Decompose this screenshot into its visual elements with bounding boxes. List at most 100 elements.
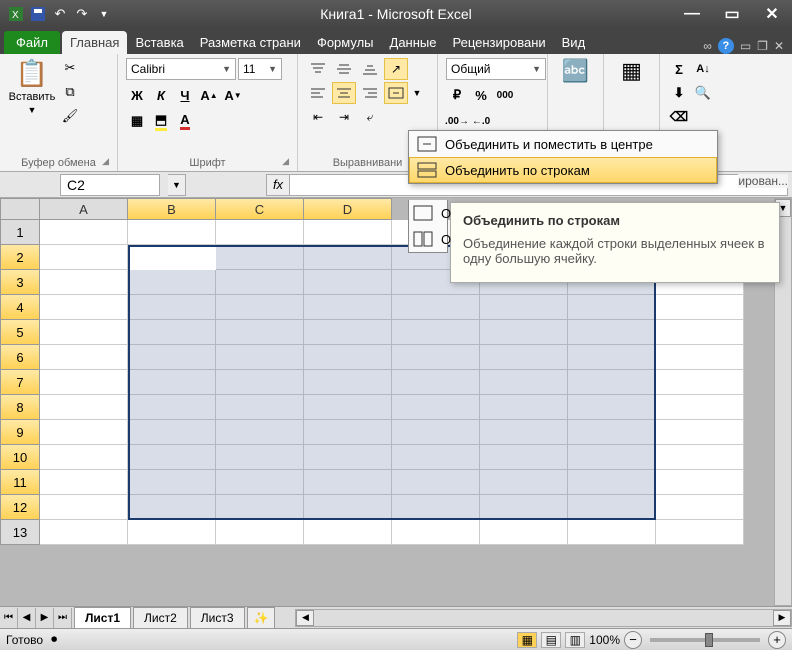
- clipboard-launcher-icon[interactable]: ◢: [102, 156, 109, 167]
- copy-icon[interactable]: ⧉: [60, 82, 80, 102]
- clear-icon[interactable]: ⌫: [668, 106, 690, 128]
- unmerge-item[interactable]: О: [409, 226, 447, 252]
- tab-layout[interactable]: Разметка страни: [192, 31, 309, 54]
- fill-color-icon[interactable]: ⬒: [150, 110, 172, 132]
- underline-button[interactable]: Ч: [174, 84, 196, 106]
- sheet-tab-1[interactable]: Лист1: [74, 607, 131, 628]
- tab-view[interactable]: Вид: [554, 31, 594, 54]
- cell[interactable]: [656, 295, 744, 320]
- row-header[interactable]: 1: [0, 220, 40, 245]
- cell[interactable]: [40, 345, 128, 370]
- minimize-ribbon-icon[interactable]: ▭: [740, 39, 751, 53]
- cell[interactable]: [40, 420, 128, 445]
- font-launcher-icon[interactable]: ◢: [282, 156, 289, 167]
- zoom-thumb[interactable]: [705, 633, 713, 647]
- cell[interactable]: [40, 445, 128, 470]
- row-header[interactable]: 2: [0, 245, 40, 270]
- maximize-button[interactable]: ▭: [712, 2, 752, 26]
- tab-review[interactable]: Рецензировани: [444, 31, 553, 54]
- new-sheet-icon[interactable]: ✨: [247, 607, 276, 628]
- paste-dropdown-icon[interactable]: ▼: [28, 105, 37, 115]
- cell[interactable]: [656, 420, 744, 445]
- sheet-first-icon[interactable]: ⏮: [0, 608, 18, 628]
- cell[interactable]: [40, 495, 128, 520]
- close-workbook-icon[interactable]: ✕: [774, 39, 784, 53]
- increase-indent-icon[interactable]: ⇥: [332, 106, 356, 128]
- row-header[interactable]: 5: [0, 320, 40, 345]
- col-header-B[interactable]: B: [128, 198, 216, 220]
- tab-formulas[interactable]: Формулы: [309, 31, 382, 54]
- grow-font-icon[interactable]: A▲: [198, 84, 220, 106]
- merge-cells-item[interactable]: О: [409, 200, 447, 226]
- tab-data[interactable]: Данные: [382, 31, 445, 54]
- addins-icon[interactable]: ∞: [703, 39, 712, 53]
- cell[interactable]: [656, 470, 744, 495]
- tab-home[interactable]: Главная: [62, 31, 127, 54]
- cut-icon[interactable]: ✂: [60, 58, 80, 78]
- align-left-icon[interactable]: [306, 82, 330, 104]
- page-layout-view-icon[interactable]: ▤: [541, 632, 561, 648]
- align-bottom-icon[interactable]: [358, 58, 382, 80]
- merge-cells-button[interactable]: [384, 82, 408, 104]
- row-header[interactable]: 6: [0, 345, 40, 370]
- undo-icon[interactable]: ↶: [50, 4, 70, 24]
- bold-button[interactable]: Ж: [126, 84, 148, 106]
- col-header-A[interactable]: A: [40, 198, 128, 220]
- align-center-icon[interactable]: [332, 82, 356, 104]
- orientation-icon[interactable]: ↗: [384, 58, 408, 80]
- page-break-view-icon[interactable]: ▥: [565, 632, 585, 648]
- cell[interactable]: [392, 520, 480, 545]
- cell[interactable]: [128, 220, 216, 245]
- shrink-font-icon[interactable]: A▼: [222, 84, 244, 106]
- align-top-icon[interactable]: [306, 58, 330, 80]
- normal-view-icon[interactable]: ▦: [517, 632, 537, 648]
- percent-icon[interactable]: %: [470, 84, 492, 106]
- cell[interactable]: [40, 220, 128, 245]
- cell[interactable]: [40, 245, 128, 270]
- save-icon[interactable]: [28, 4, 48, 24]
- macro-record-icon[interactable]: ⏺: [51, 632, 57, 647]
- font-name-combo[interactable]: Calibri▼: [126, 58, 236, 80]
- col-header-D[interactable]: D: [304, 198, 392, 220]
- cell[interactable]: [656, 395, 744, 420]
- cell[interactable]: [216, 520, 304, 545]
- sheet-next-icon[interactable]: ▶: [36, 608, 54, 628]
- sheet-tab-2[interactable]: Лист2: [133, 607, 188, 628]
- merge-rows-item[interactable]: Объединить по строкам: [409, 157, 717, 183]
- number-format-combo[interactable]: Общий▼: [446, 58, 546, 80]
- font-color-icon[interactable]: A: [174, 110, 196, 132]
- cell[interactable]: [40, 320, 128, 345]
- cell[interactable]: [40, 395, 128, 420]
- cell[interactable]: [656, 370, 744, 395]
- row-header[interactable]: 7: [0, 370, 40, 395]
- scroll-right-icon[interactable]: ▶: [773, 610, 791, 626]
- wrap-text-icon[interactable]: ⤶: [358, 106, 382, 128]
- name-box[interactable]: C2: [60, 174, 160, 196]
- zoom-slider[interactable]: [650, 638, 760, 642]
- row-header[interactable]: 10: [0, 445, 40, 470]
- borders-icon[interactable]: ▦: [126, 110, 148, 132]
- autosum-icon[interactable]: Σ: [668, 58, 690, 80]
- sort-icon[interactable]: A↓: [692, 58, 714, 80]
- cell[interactable]: [656, 520, 744, 545]
- qat-dropdown-icon[interactable]: ▼: [94, 4, 114, 24]
- help-icon[interactable]: ?: [718, 38, 734, 54]
- horizontal-scrollbar[interactable]: ◀ ▶: [295, 609, 792, 627]
- decrease-decimal-icon[interactable]: ←.0: [470, 110, 492, 132]
- currency-icon[interactable]: ₽: [446, 84, 468, 106]
- cell[interactable]: [40, 370, 128, 395]
- cell[interactable]: [480, 520, 568, 545]
- font-size-combo[interactable]: 11▼: [238, 58, 282, 80]
- merge-dropdown-icon[interactable]: ▼: [410, 82, 424, 104]
- row-header[interactable]: 8: [0, 395, 40, 420]
- cell[interactable]: [40, 270, 128, 295]
- zoom-level[interactable]: 100%: [589, 633, 620, 647]
- find-icon[interactable]: 🔍: [692, 82, 714, 104]
- row-header[interactable]: 9: [0, 420, 40, 445]
- row-header[interactable]: 12: [0, 495, 40, 520]
- name-box-dropdown-icon[interactable]: ▼: [168, 174, 186, 196]
- cell[interactable]: [128, 520, 216, 545]
- cell[interactable]: [304, 220, 392, 245]
- row-header[interactable]: 3: [0, 270, 40, 295]
- zoom-in-icon[interactable]: +: [768, 631, 786, 649]
